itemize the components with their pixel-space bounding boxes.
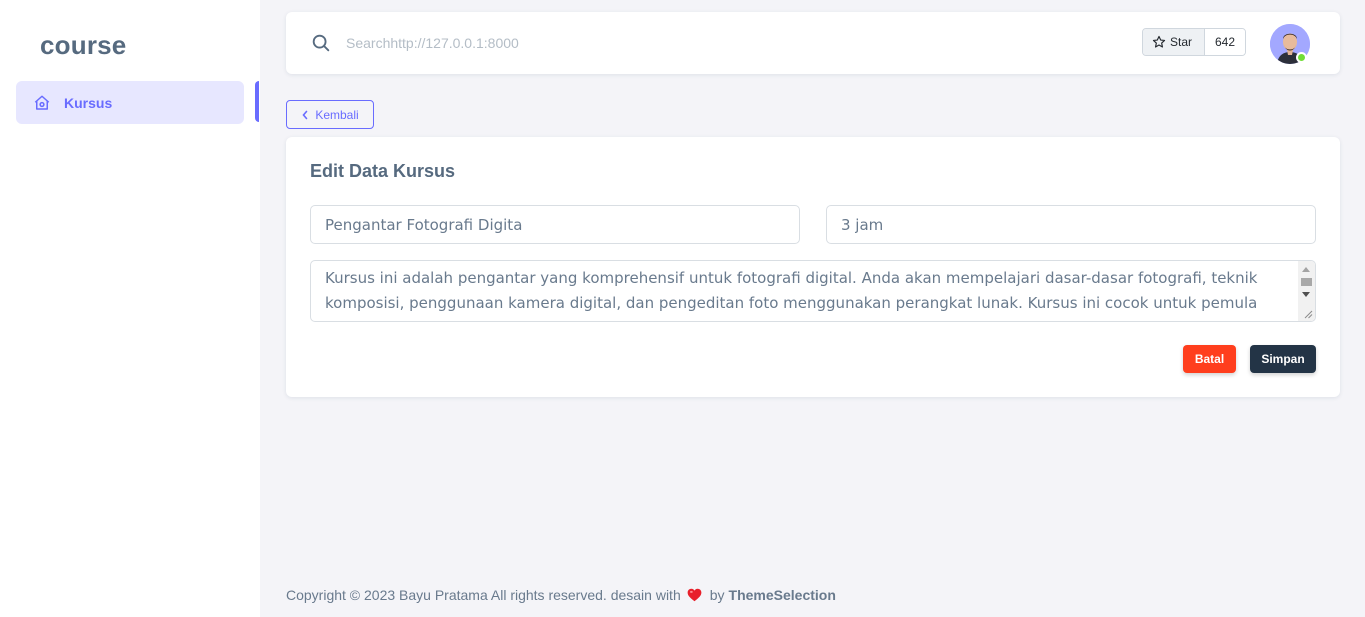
back-button-label: Kembali bbox=[315, 107, 359, 122]
scroll-down-arrow-icon[interactable] bbox=[1302, 292, 1310, 297]
footer-brand-link[interactable]: ThemeSelection bbox=[729, 587, 836, 603]
search-input[interactable] bbox=[346, 33, 528, 53]
sidebar-item-label: Kursus bbox=[64, 94, 113, 111]
search-icon bbox=[310, 32, 332, 54]
back-button[interactable]: Kembali bbox=[286, 100, 374, 129]
course-name-field[interactable]: Pengantar Fotografi Digita bbox=[310, 205, 800, 244]
active-menu-indicator bbox=[255, 81, 259, 122]
cancel-button[interactable]: Batal bbox=[1183, 345, 1236, 373]
heart-icon bbox=[687, 588, 702, 602]
description-text: Kursus ini adalah pengantar yang kompreh… bbox=[325, 269, 1258, 321]
home-icon bbox=[33, 94, 51, 112]
footer: Copyright © 2023 Bayu Pratama All rights… bbox=[286, 587, 836, 603]
brand-logo-text[interactable]: course bbox=[40, 30, 126, 61]
page-title: Edit Data Kursus bbox=[310, 161, 456, 181]
github-star-label: Star bbox=[1170, 35, 1193, 49]
edit-course-card: Edit Data Kursus Pengantar Fotografi Dig… bbox=[286, 137, 1340, 397]
scroll-up-arrow-icon[interactable] bbox=[1302, 267, 1310, 272]
sidebar-item-kursus[interactable]: Kursus bbox=[16, 81, 244, 124]
github-star-widget: Star 642 bbox=[1142, 28, 1246, 56]
footer-copyright: Copyright © 2023 Bayu Pratama All rights… bbox=[286, 587, 681, 603]
scroll-thumb[interactable] bbox=[1301, 278, 1312, 286]
online-status-indicator bbox=[1296, 52, 1307, 63]
github-star-count[interactable]: 642 bbox=[1205, 29, 1245, 55]
sidebar: course Kursus bbox=[0, 0, 260, 617]
chevron-left-icon bbox=[301, 110, 309, 120]
duration-field[interactable]: 3 jam bbox=[826, 205, 1316, 244]
github-star-button[interactable]: Star bbox=[1143, 29, 1205, 55]
top-navbar: Star 642 bbox=[286, 12, 1340, 74]
footer-by: by bbox=[709, 587, 725, 603]
save-button[interactable]: Simpan bbox=[1250, 345, 1316, 373]
star-icon bbox=[1152, 35, 1166, 48]
resize-handle-icon[interactable] bbox=[1303, 309, 1313, 319]
description-textarea[interactable]: Kursus ini adalah pengantar yang kompreh… bbox=[310, 260, 1316, 322]
